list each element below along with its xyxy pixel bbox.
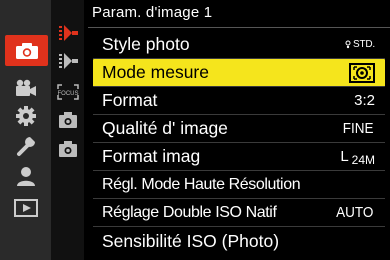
menu-item-value: AUTO	[335, 204, 373, 221]
photo-style-icon	[345, 40, 351, 48]
metering-icon	[349, 62, 375, 83]
focus-icon-label: FOCUS	[58, 91, 79, 97]
menu-item-double-iso[interactable]: Réglage Double ISO Natif AUTO	[93, 199, 385, 227]
wrench-icon	[15, 135, 37, 157]
camera-small-2-icon	[57, 139, 79, 164]
tab-video[interactable]	[3, 75, 49, 101]
menu-list: Style photo STD. Mode mesure Format 3:2 …	[93, 31, 385, 255]
subtab-camera-b[interactable]	[55, 138, 81, 164]
menu-item-label: Sensibilité ISO (Photo)	[102, 230, 280, 251]
tab-playback[interactable]	[3, 195, 49, 221]
menu-header: Param. d'image 1	[88, 0, 390, 28]
camera-icon	[15, 42, 39, 60]
focus-icon: FOCUS	[56, 83, 80, 106]
menu-item-style-photo[interactable]: Style photo STD.	[93, 31, 385, 59]
menu-item-value: FINE	[342, 120, 374, 137]
menu-item-sensibilite-iso[interactable]: Sensibilité ISO (Photo)	[93, 227, 385, 255]
menu-item-label: Mode mesure	[102, 62, 209, 82]
page-title: Param. d'image 1	[92, 4, 213, 21]
menu-item-qualite-image[interactable]: Qualité d' image FINE	[93, 115, 385, 143]
menu-item-label: Régl. Mode Haute Résolution	[102, 175, 301, 193]
gear-icon	[15, 105, 37, 127]
tab-setup[interactable]	[3, 133, 49, 159]
menu-item-label: Format imag	[102, 146, 201, 166]
header-divider	[88, 27, 390, 28]
subtab-image-settings-2[interactable]	[55, 50, 81, 76]
image-settings-1-icon	[57, 23, 79, 48]
menu-screen: FOCUS Param. d'image 1 Style photo STD. …	[0, 0, 390, 260]
menu-item-label: Réglage Double ISO Natif	[102, 203, 277, 221]
tab-my-menu[interactable]	[3, 163, 49, 189]
subtab-image-settings-1[interactable]	[55, 22, 81, 48]
menu-item-haute-resolution[interactable]: Régl. Mode Haute Résolution	[93, 171, 385, 199]
person-icon	[15, 165, 37, 187]
menu-item-label: Style photo	[102, 34, 190, 54]
playback-icon	[14, 199, 38, 217]
camera-small-icon	[57, 110, 79, 135]
menu-item-mode-mesure[interactable]: Mode mesure	[93, 59, 385, 87]
menu-item-label: Qualité d' image	[102, 118, 228, 138]
sub-tab-bar: FOCUS	[51, 0, 84, 260]
menu-item-value: L 24M	[340, 148, 375, 167]
tab-photo[interactable]	[5, 35, 48, 66]
image-settings-2-icon	[57, 51, 79, 76]
tab-custom[interactable]	[3, 103, 49, 129]
menu-item-format[interactable]: Format 3:2	[93, 87, 385, 115]
menu-item-label: Format	[102, 90, 158, 110]
menu-item-value: STD.	[344, 39, 375, 50]
menu-item-format-image[interactable]: Format imag L 24M	[93, 143, 385, 171]
menu-item-value: 3:2	[354, 92, 375, 109]
main-tab-bar	[0, 0, 51, 260]
movie-camera-icon	[14, 79, 38, 97]
subtab-camera-a[interactable]	[55, 109, 81, 135]
subtab-focus[interactable]: FOCUS	[55, 81, 81, 107]
